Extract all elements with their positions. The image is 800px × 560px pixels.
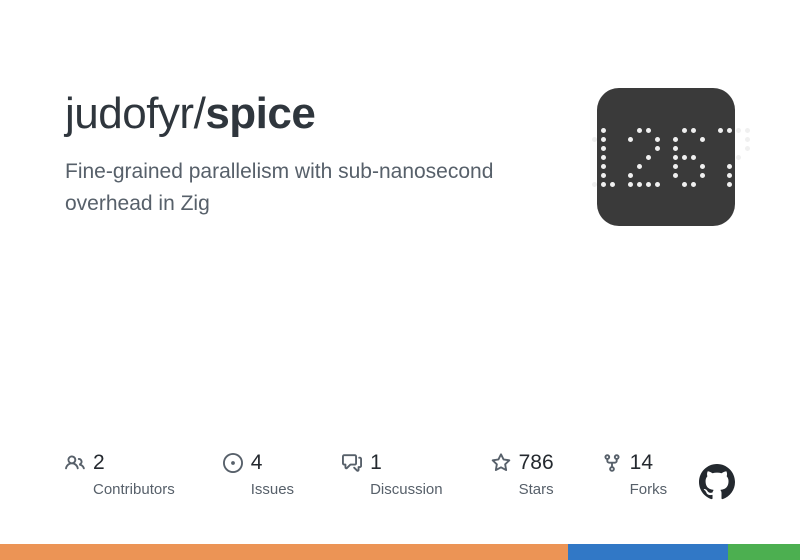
stat-label: Stars: [519, 481, 554, 498]
stat-stars[interactable]: 786 Stars: [491, 451, 554, 498]
repo-description: Fine-grained parallelism with sub-nanose…: [65, 156, 495, 219]
stat-label: Discussion: [370, 481, 443, 498]
discussion-icon: [342, 453, 362, 473]
repo-name: spice: [205, 89, 315, 138]
language-segment: [728, 544, 800, 560]
repo-stats: 2 Contributors 4 Issues 1 Discussion 786: [65, 451, 735, 498]
stat-count: 786: [519, 451, 554, 475]
people-icon: [65, 453, 85, 473]
language-segment: [0, 544, 568, 560]
stat-issues[interactable]: 4 Issues: [223, 451, 294, 498]
stat-count: 4: [251, 451, 263, 475]
repo-owner: judofyr: [65, 89, 194, 138]
stat-count: 14: [630, 451, 653, 475]
repo-title: judofyr/spice: [65, 90, 565, 138]
fork-icon: [602, 453, 622, 473]
stat-label: Forks: [630, 481, 668, 498]
stat-label: Issues: [251, 481, 294, 498]
dot-matrix-digits: [583, 128, 750, 187]
language-bar: [0, 544, 800, 560]
stat-count: 2: [93, 451, 105, 475]
stat-label: Contributors: [93, 481, 175, 498]
repo-thumbnail: [597, 88, 735, 226]
stat-count: 1: [370, 451, 382, 475]
language-segment: [568, 544, 728, 560]
github-logo-icon[interactable]: [699, 464, 735, 500]
stat-forks[interactable]: 14 Forks: [602, 451, 668, 498]
star-icon: [491, 453, 511, 473]
stat-discussions[interactable]: 1 Discussion: [342, 451, 443, 498]
issue-icon: [223, 453, 243, 473]
stat-contributors[interactable]: 2 Contributors: [65, 451, 175, 498]
